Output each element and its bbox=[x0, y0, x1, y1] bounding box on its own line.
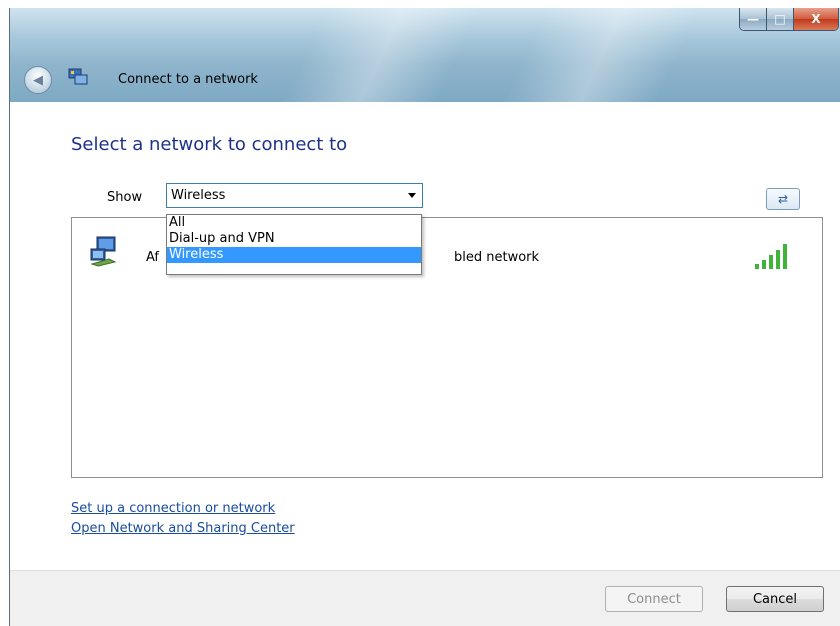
setup-connection-link[interactable]: Set up a connection or network bbox=[71, 501, 275, 516]
show-filter-select[interactable]: Wireless bbox=[166, 183, 423, 208]
show-filter-dropdown: All Dial-up and VPN Wireless bbox=[166, 214, 422, 275]
refresh-button[interactable]: ⇄ bbox=[766, 188, 800, 210]
network-name: Af bbox=[146, 250, 160, 265]
caption-buttons: — □ X bbox=[739, 8, 839, 31]
show-filter-value: Wireless bbox=[171, 188, 226, 203]
dropdown-option-all[interactable]: All bbox=[167, 215, 421, 231]
chevron-down-icon bbox=[408, 193, 416, 198]
connect-window: — □ X ◀ Connect to a network Select a ne… bbox=[9, 8, 840, 626]
close-button[interactable]: X bbox=[794, 8, 838, 30]
back-arrow-icon: ◀ bbox=[33, 72, 43, 88]
show-label: Show bbox=[107, 190, 143, 205]
network-computer-icon bbox=[90, 236, 117, 267]
signal-strength-icon bbox=[755, 244, 787, 269]
connect-button[interactable]: Connect bbox=[605, 586, 703, 612]
glass-streak bbox=[490, 8, 710, 102]
window-title: Connect to a network bbox=[118, 72, 258, 87]
maximize-button[interactable]: □ bbox=[767, 8, 794, 30]
cancel-button[interactable]: Cancel bbox=[726, 586, 824, 612]
network-sharing-center-link[interactable]: Open Network and Sharing Center bbox=[71, 521, 295, 536]
refresh-icon: ⇄ bbox=[777, 192, 789, 206]
dropdown-option-dialup-vpn[interactable]: Dial-up and VPN bbox=[167, 231, 421, 247]
glass-streak bbox=[270, 8, 490, 102]
footer-bar: Connect Cancel bbox=[10, 570, 840, 626]
network-icon bbox=[68, 68, 88, 85]
title-bar: — □ X ◀ Connect to a network bbox=[10, 8, 840, 102]
page-heading: Select a network to connect to bbox=[71, 134, 348, 155]
back-button[interactable]: ◀ bbox=[24, 66, 52, 94]
minimize-button[interactable]: — bbox=[740, 8, 767, 30]
dropdown-option-wireless[interactable]: Wireless bbox=[167, 247, 421, 263]
network-status: bled network bbox=[454, 250, 540, 265]
